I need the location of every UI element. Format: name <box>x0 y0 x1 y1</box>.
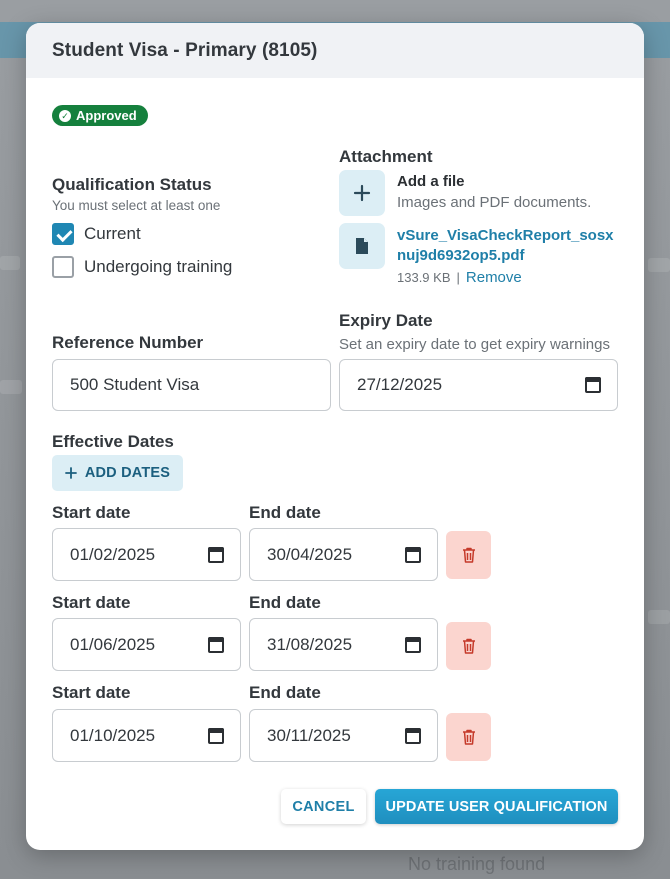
file-icon-tile <box>339 223 385 269</box>
trash-icon <box>462 638 475 654</box>
start-date-value: 01/06/2025 <box>70 634 156 654</box>
end-date-input[interactable]: 30/04/2025 <box>249 528 438 581</box>
start-date-label: Start date <box>52 503 131 522</box>
trash-icon <box>462 547 475 563</box>
add-dates-button[interactable]: ADD DATES <box>52 455 183 491</box>
delete-date-range-button[interactable] <box>446 622 491 670</box>
plus-icon <box>353 184 371 202</box>
qualification-modal: Student Visa - Primary (8105) ✓ Approved… <box>26 23 644 850</box>
meta-separator: | <box>456 270 460 285</box>
expiry-date-label: Expiry Date <box>339 311 433 330</box>
effective-dates-label: Effective Dates <box>52 432 174 451</box>
end-date-input[interactable]: 31/08/2025 <box>249 618 438 671</box>
current-checkbox[interactable] <box>52 223 74 245</box>
checkbox-label: Undergoing training <box>84 257 233 276</box>
start-date-input[interactable]: 01/10/2025 <box>52 709 241 762</box>
delete-date-range-button[interactable] <box>446 713 491 761</box>
modal-title: Student Visa - Primary (8105) <box>52 39 318 61</box>
check-circle-icon: ✓ <box>59 109 71 122</box>
reference-number-label: Reference Number <box>52 333 204 352</box>
calendar-icon[interactable] <box>585 377 601 393</box>
delete-date-range-button[interactable] <box>446 531 491 579</box>
file-size: 133.9 KB <box>397 270 451 285</box>
calendar-icon[interactable] <box>208 636 224 653</box>
add-file-hint: Images and PDF documents. <box>397 194 592 211</box>
start-date-input[interactable]: 01/02/2025 <box>52 528 241 581</box>
add-file-button[interactable] <box>339 170 385 216</box>
trash-icon <box>462 729 475 745</box>
reference-number-input[interactable]: 500 Student Visa <box>52 359 331 411</box>
remove-file-link[interactable]: Remove <box>466 269 522 286</box>
qualification-status-label: Qualification Status <box>52 175 212 194</box>
calendar-icon[interactable] <box>208 546 224 563</box>
end-date-value: 31/08/2025 <box>267 634 353 654</box>
modal-header: Student Visa - Primary (8105) <box>26 23 644 78</box>
backdrop-ghost <box>0 380 22 394</box>
expiry-date-input[interactable]: 27/12/2025 <box>339 359 618 411</box>
plus-icon <box>64 467 77 479</box>
calendar-icon[interactable] <box>405 636 421 653</box>
add-file-title[interactable]: Add a file <box>397 173 465 190</box>
cancel-button[interactable]: CANCEL <box>281 789 366 824</box>
end-date-label: End date <box>249 683 321 702</box>
status-badge: ✓ Approved <box>52 105 148 126</box>
checkbox-label: Current <box>84 224 141 243</box>
end-date-value: 30/04/2025 <box>267 544 353 564</box>
checkbox-undergoing-training[interactable]: Undergoing training <box>52 256 232 278</box>
start-date-input[interactable]: 01/06/2025 <box>52 618 241 671</box>
attachment-file-link[interactable]: vSure_VisaCheckReport_sosxnuj9d6932op5.p… <box>397 226 617 266</box>
status-badge-label: Approved <box>76 108 137 123</box>
calendar-icon[interactable] <box>208 727 224 744</box>
end-date-value: 30/11/2025 <box>267 725 351 745</box>
add-dates-label: ADD DATES <box>84 465 171 481</box>
file-icon <box>356 238 368 254</box>
attachment-file-meta: 133.9 KB | Remove <box>397 269 522 286</box>
calendar-icon[interactable] <box>405 727 421 744</box>
backdrop-ghost <box>0 256 20 270</box>
calendar-icon[interactable] <box>405 546 421 563</box>
start-date-label: Start date <box>52 683 131 702</box>
backdrop-ghost <box>648 258 670 272</box>
attachment-label: Attachment <box>339 147 433 166</box>
update-user-qualification-button[interactable]: UPDATE USER QUALIFICATION <box>375 789 618 824</box>
end-date-input[interactable]: 30/11/2025 <box>249 709 438 762</box>
reference-number-value: 500 Student Visa <box>70 375 200 394</box>
start-date-value: 01/02/2025 <box>70 544 156 564</box>
start-date-label: Start date <box>52 593 131 612</box>
backdrop-empty-text: No training found <box>408 854 546 874</box>
backdrop-ghost <box>648 610 670 624</box>
qualification-status-hint: You must select at least one <box>52 198 221 213</box>
expiry-date-value: 27/12/2025 <box>357 375 443 394</box>
undergoing-training-checkbox[interactable] <box>52 256 74 278</box>
checkbox-current[interactable]: Current <box>52 223 141 245</box>
expiry-date-hint: Set an expiry date to get expiry warning… <box>339 336 610 353</box>
end-date-label: End date <box>249 593 321 612</box>
end-date-label: End date <box>249 503 321 522</box>
start-date-value: 01/10/2025 <box>70 725 156 745</box>
